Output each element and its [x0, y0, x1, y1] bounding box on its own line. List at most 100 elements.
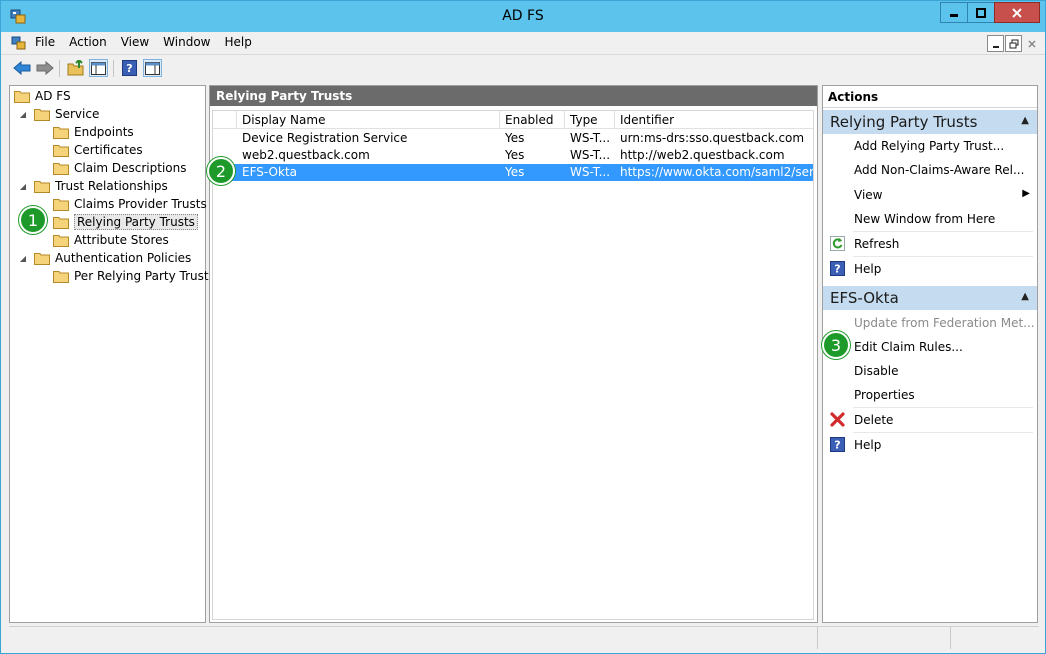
folder-icon: [53, 216, 69, 229]
action-label: Properties: [854, 388, 915, 402]
menu-help[interactable]: Help: [225, 35, 252, 49]
table-row[interactable]: web2.questback.com Yes WS-T... http://we…: [213, 147, 813, 164]
console-tree: AD FS ◢ Service Endpoints Certificates C…: [9, 85, 209, 623]
tree-item-claims-provider-trusts[interactable]: Claims Provider Trusts: [53, 195, 207, 213]
column-header-identifier[interactable]: Identifier: [615, 111, 813, 129]
table-row[interactable]: Device Registration Service Yes WS-T... …: [213, 130, 813, 147]
actions-pane: Actions Relying Party Trusts ▲ Add Relyi…: [822, 85, 1038, 623]
show-hide-action-pane-button[interactable]: [143, 59, 162, 77]
action-label: Add Non-Claims-Aware Rel...: [854, 163, 1025, 177]
tree-item-label: AD FS: [35, 89, 71, 103]
mdi-close-button[interactable]: [1023, 35, 1040, 52]
table-row-selected[interactable]: EFS-Okta Yes WS-T... https://www.okta.co…: [213, 164, 813, 181]
step-badge-3: 3: [822, 331, 850, 359]
tree-item-claim-descriptions[interactable]: Claim Descriptions: [53, 159, 187, 177]
step-badge-2: 2: [207, 157, 235, 185]
action-refresh[interactable]: Refresh: [823, 232, 1037, 256]
actions-section-relying-party-trusts[interactable]: Relying Party Trusts ▲: [823, 110, 1037, 134]
minimize-button[interactable]: [940, 2, 968, 23]
mmc-icon[interactable]: [11, 35, 27, 51]
help-icon: ?: [830, 437, 845, 452]
column-header-enabled[interactable]: Enabled: [500, 111, 565, 129]
show-hide-console-tree-button[interactable]: [89, 59, 108, 77]
folder-icon: [34, 108, 50, 121]
cell-display-name: Device Registration Service: [242, 131, 408, 145]
help-toolbar-button[interactable]: ?: [120, 59, 139, 77]
action-help[interactable]: ? Help: [823, 257, 1037, 281]
cell-type: WS-T...: [570, 148, 611, 162]
tree-item-relying-party-trusts[interactable]: Relying Party Trusts: [53, 213, 198, 231]
action-disable[interactable]: Disable: [823, 359, 1037, 383]
folder-icon: [53, 198, 69, 211]
close-icon: [1012, 7, 1022, 18]
tree-item-endpoints[interactable]: Endpoints: [53, 123, 134, 141]
cell-identifier: https://www.okta.com/saml2/service...: [620, 165, 813, 179]
cell-display-name: EFS-Okta: [242, 165, 298, 179]
expand-toggle-icon[interactable]: ◢: [18, 110, 28, 119]
expand-toggle-icon[interactable]: ◢: [18, 254, 28, 263]
restore-icon: [1009, 39, 1018, 48]
tree-item-authentication-policies[interactable]: ◢ Authentication Policies: [18, 249, 191, 267]
action-add-relying-party-trust[interactable]: Add Relying Party Trust...: [823, 134, 1037, 158]
expand-toggle-icon[interactable]: ◢: [18, 182, 28, 191]
folder-icon: [53, 144, 69, 157]
column-header-blank[interactable]: [213, 111, 237, 129]
menu-action[interactable]: Action: [69, 35, 107, 49]
tree-item-per-relying-party-trust[interactable]: Per Relying Party Trust: [53, 267, 209, 285]
delete-icon: [830, 412, 845, 427]
tree-item-label: Claim Descriptions: [74, 161, 187, 175]
svg-text:?: ?: [126, 62, 132, 75]
back-button[interactable]: [12, 59, 31, 77]
actions-title: Actions: [823, 86, 1037, 108]
folder-icon: [53, 270, 69, 283]
collapse-caret-icon[interactable]: ▲: [1021, 115, 1029, 126]
maximize-button[interactable]: [967, 2, 995, 23]
tree-item-trust-relationships[interactable]: ◢ Trust Relationships: [18, 177, 168, 195]
action-delete[interactable]: Delete: [823, 408, 1037, 432]
folder-up-icon: [67, 60, 84, 76]
tree-item-certificates[interactable]: Certificates: [53, 141, 143, 159]
collapse-caret-icon[interactable]: ▲: [1021, 291, 1029, 302]
action-properties[interactable]: Properties: [823, 383, 1037, 407]
column-header-type[interactable]: Type: [565, 111, 615, 129]
results-pane: Relying Party Trusts Display Name Enable…: [209, 85, 818, 623]
svg-text:?: ?: [834, 263, 840, 276]
close-icon: [1027, 39, 1036, 48]
action-help-efs-okta[interactable]: ? Help: [823, 433, 1037, 457]
actions-section-efs-okta[interactable]: EFS-Okta ▲: [823, 286, 1037, 310]
menu-file[interactable]: File: [35, 35, 55, 49]
action-view[interactable]: View ▶: [823, 183, 1037, 207]
svg-text:?: ?: [834, 439, 840, 452]
cell-type: WS-T...: [570, 165, 611, 179]
mdi-minimize-button[interactable]: [987, 35, 1004, 52]
section-title: EFS-Okta: [830, 289, 899, 307]
action-new-window-from-here[interactable]: New Window from Here: [823, 207, 1037, 231]
column-header-display-name[interactable]: Display Name: [237, 111, 500, 129]
up-one-level-button[interactable]: [66, 59, 85, 77]
tree-item-attribute-stores[interactable]: Attribute Stores: [53, 231, 169, 249]
tree-item-service[interactable]: ◢ Service: [18, 105, 99, 123]
folder-icon: [34, 180, 50, 193]
title-bar[interactable]: AD FS: [1, 1, 1045, 32]
folder-icon: [53, 126, 69, 139]
tree-item-adfs[interactable]: AD FS: [14, 87, 71, 105]
cell-display-name: web2.questback.com: [242, 148, 370, 162]
menu-window[interactable]: Window: [163, 35, 210, 49]
forward-button[interactable]: [35, 59, 54, 77]
action-label: Disable: [854, 364, 899, 378]
action-add-non-claims-aware[interactable]: Add Non-Claims-Aware Rel...: [823, 158, 1037, 182]
close-button[interactable]: [994, 2, 1040, 23]
tree-item-label: Service: [55, 107, 100, 121]
menu-view[interactable]: View: [121, 35, 149, 49]
menu-bar: File Action View Window Help: [1, 32, 1045, 54]
cell-identifier: http://web2.questback.com: [620, 148, 785, 162]
minimize-icon: [950, 13, 958, 17]
list-header: Display Name Enabled Type Identifier: [213, 111, 813, 129]
action-label: Update from Federation Met...: [854, 316, 1035, 330]
tree-item-label: Attribute Stores: [74, 233, 169, 247]
action-edit-claim-rules[interactable]: Edit Claim Rules...: [823, 335, 1037, 359]
results-pane-title: Relying Party Trusts: [210, 86, 817, 106]
refresh-icon: [830, 236, 845, 251]
folder-icon: [14, 90, 30, 103]
mdi-restore-button[interactable]: [1005, 35, 1022, 52]
